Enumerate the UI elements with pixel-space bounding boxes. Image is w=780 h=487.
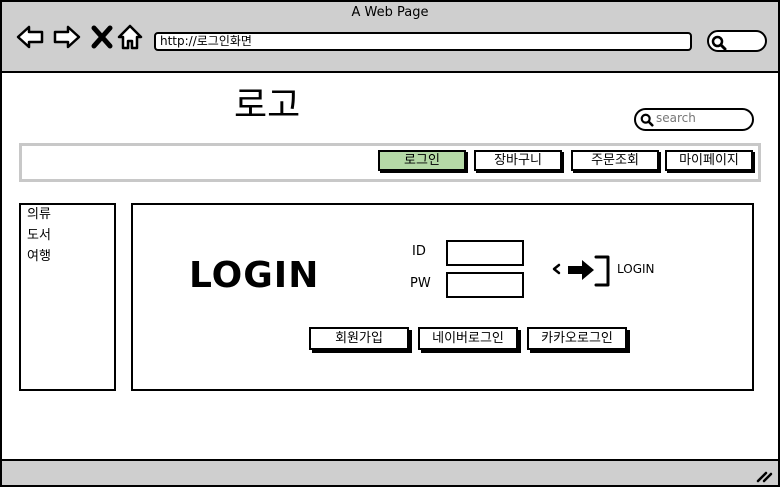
id-label: ID (412, 244, 426, 259)
home-icon[interactable] (115, 22, 145, 52)
naver-login-button[interactable]: 네이버로그인 (418, 327, 518, 350)
login-panel (131, 203, 754, 391)
search-icon (711, 35, 727, 51)
menu-login-button[interactable]: 로그인 (378, 150, 466, 171)
window-title: A Web Page (351, 5, 429, 20)
sidebar-item-books[interactable]: 도서 (27, 227, 51, 245)
browser-status-bar (0, 459, 780, 487)
site-logo: 로고 (234, 85, 301, 126)
close-x-icon[interactable] (88, 22, 118, 52)
menu-cart-button[interactable]: 장바구니 (474, 150, 562, 171)
forward-arrow-icon[interactable] (52, 22, 82, 52)
signup-button[interactable]: 회원가입 (309, 327, 409, 350)
menu-mypage-button[interactable]: 마이페이지 (665, 150, 753, 171)
kakao-login-button[interactable]: 카카오로그인 (527, 327, 627, 350)
back-arrow-icon[interactable] (15, 22, 45, 52)
sidebar-item-travel[interactable]: 여행 (27, 248, 51, 266)
resize-grip-icon[interactable] (754, 464, 774, 484)
sidebar-item-clothing[interactable]: 의류 (27, 206, 51, 224)
pw-label: PW (410, 276, 431, 291)
search-icon (640, 113, 654, 127)
site-search-placeholder: search (656, 111, 696, 125)
pw-input[interactable] (446, 272, 524, 298)
sign-in-icon[interactable] (552, 254, 614, 288)
login-heading: LOGIN (189, 255, 320, 296)
id-input[interactable] (446, 240, 524, 266)
url-bar[interactable]: http://로그인화면 (154, 32, 692, 51)
login-submit-label[interactable]: LOGIN (617, 262, 655, 276)
menu-order-lookup-button[interactable]: 주문조회 (571, 150, 659, 171)
